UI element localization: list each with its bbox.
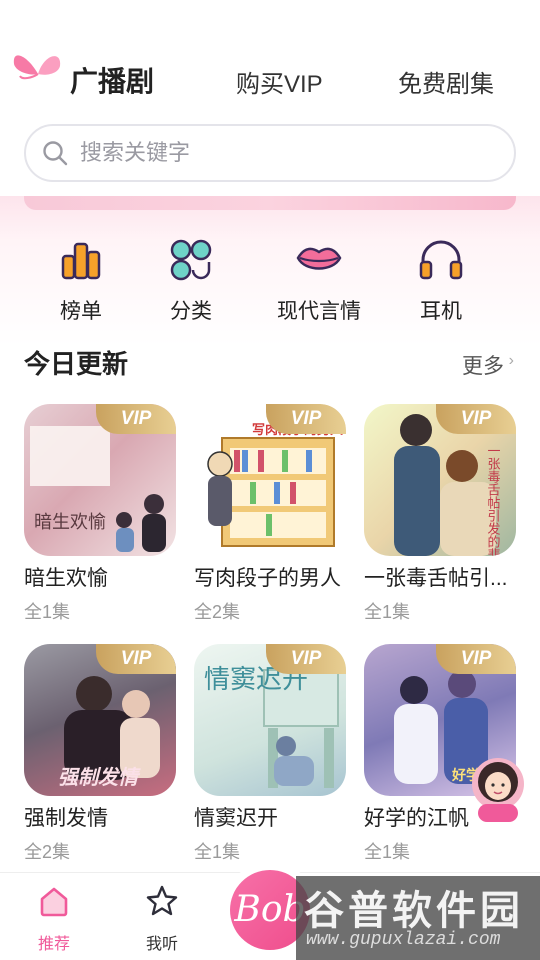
tab-buy-vip[interactable]: 购买VIP [236, 64, 323, 99]
tab-radio-drama[interactable]: 广播剧 [70, 60, 154, 100]
watermark-url: www.gupuxlazai.com [306, 930, 501, 950]
nav-my-listen[interactable]: 我听 [122, 883, 202, 954]
more-link[interactable]: 更多 [462, 350, 504, 380]
drama-title[interactable]: 情窦迟开 [194, 802, 346, 832]
drama-card[interactable]: 一张毒舌帖引发的悲剧 VIP 一张毒舌帖引... 全1集 [364, 404, 516, 624]
category-ranking[interactable]: 榜单 [26, 236, 136, 325]
drama-title[interactable]: 暗生欢愉 [24, 562, 176, 592]
section-title: 今日更新 [24, 349, 129, 379]
nav-label: 推荐 [37, 936, 70, 953]
category-label: 耳机 [420, 300, 462, 323]
drama-episodes: 全2集 [194, 602, 241, 622]
category-headphones[interactable]: 耳机 [386, 236, 496, 325]
vip-badge: VIP [96, 644, 176, 674]
watermark: 谷普软件园 www.gupuxlazai.com [296, 876, 540, 960]
category-modern-romance[interactable]: 现代言情 [263, 236, 375, 325]
vip-badge: VIP [436, 644, 516, 674]
drama-cover[interactable]: 暗生欢愉 VIP [24, 404, 176, 556]
nav-label: 我听 [145, 936, 178, 953]
cover-title-text: 强制发情 [58, 765, 141, 789]
drama-cover[interactable]: 写肉段子的男人 VIP [194, 404, 346, 556]
ranking-icon [61, 242, 101, 280]
search-bar[interactable] [24, 124, 516, 182]
category-classify[interactable]: 分类 [136, 236, 246, 325]
search-icon [43, 141, 68, 166]
category-label: 现代言情 [277, 300, 361, 323]
drama-card[interactable]: 暗生欢愉 VIP 暗生欢愉 全1集 [24, 404, 176, 624]
drama-card[interactable]: 写肉段子的男人 VIP 写肉段子的男人 全2集 [194, 404, 346, 624]
drama-cover[interactable]: 一张毒舌帖引发的悲剧 VIP [364, 404, 516, 556]
vip-badge: VIP [436, 404, 516, 434]
drama-episodes: 全1集 [194, 842, 241, 862]
category-label: 分类 [170, 300, 212, 323]
drama-episodes: 全1集 [24, 602, 71, 622]
floating-avatar-icon[interactable] [468, 752, 528, 824]
drama-episodes: 全1集 [364, 842, 411, 862]
header: 广播剧 购买VIP 免费剧集 [0, 0, 540, 115]
tab-free-episodes[interactable]: 免费剧集 [398, 64, 494, 99]
nav-recommend[interactable]: 推荐 [14, 883, 94, 954]
drama-episodes: 全2集 [24, 842, 71, 862]
vip-badge: VIP [96, 404, 176, 434]
butterfly-logo-icon [13, 55, 61, 80]
cover-title-text: 暗生欢愉 [34, 512, 106, 533]
vip-badge: VIP [266, 404, 346, 434]
drama-title[interactable]: 写肉段子的男人 [194, 562, 346, 592]
category-label: 榜单 [60, 300, 102, 323]
vip-badge: VIP [266, 644, 346, 674]
drama-title[interactable]: 一张毒舌帖引... [364, 562, 516, 592]
star-icon [146, 885, 178, 916]
drama-card[interactable]: 强制发情 VIP 强制发情 全2集 [24, 644, 176, 864]
cover-title-text: 一张毒舌帖引发的悲剧 [485, 444, 501, 556]
drama-title[interactable]: 强制发情 [24, 802, 176, 832]
drama-cover[interactable]: 强制发情 VIP [24, 644, 176, 796]
watermark-text: 谷普软件园 [304, 889, 524, 933]
headphones-icon [419, 240, 463, 280]
search-input[interactable] [80, 140, 480, 166]
drama-episodes: 全1集 [364, 602, 411, 622]
category-icon [170, 239, 212, 281]
chevron-right-icon[interactable]: › [509, 352, 514, 370]
drama-card[interactable]: 情窦迟开 VIP 情窦迟开 全1集 [194, 644, 346, 864]
lips-icon [296, 247, 342, 270]
drama-cover[interactable]: 情窦迟开 VIP [194, 644, 346, 796]
home-icon [40, 887, 68, 917]
banner-carousel[interactable] [24, 196, 516, 210]
